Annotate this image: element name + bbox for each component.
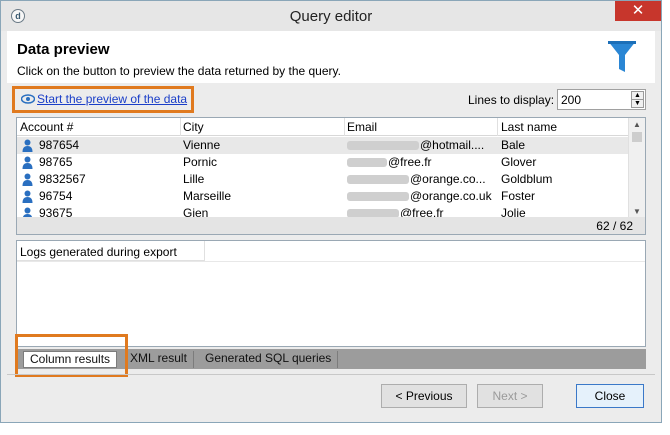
cell-city: Lille <box>183 172 205 186</box>
data-grid: Account # City Email Last name 987654 Vi… <box>16 117 646 235</box>
footer-divider <box>7 374 655 375</box>
window-close-button[interactable]: ✕ <box>615 1 661 21</box>
table-row[interactable]: 9832567 Lille @orange.co... Goldblum <box>17 171 629 188</box>
query-editor-window: d Query editor ✕ Data preview Click on t… <box>0 0 662 423</box>
grid-header: Account # City Email Last name <box>17 118 629 136</box>
cell-city: Pornic <box>183 155 218 169</box>
lines-to-display-value: 200 <box>561 93 582 107</box>
grid-footer: 62 / 62 <box>17 217 645 234</box>
cell-last-name: Goldblum <box>501 172 553 186</box>
previous-button[interactable]: < Previous <box>381 384 467 408</box>
grid-vertical-scrollbar[interactable]: ▲ ▼ <box>628 118 645 218</box>
window-title: Query editor <box>289 8 373 25</box>
scroll-up-arrow-icon[interactable]: ▲ <box>633 120 641 129</box>
cell-last-name: Glover <box>501 155 537 169</box>
close-button[interactable]: Close <box>576 384 644 408</box>
row-count: 62 / 62 <box>596 219 633 233</box>
table-row[interactable]: 987654 Vienne @hotmail.... Bale <box>17 137 629 154</box>
person-icon <box>22 156 33 169</box>
person-icon <box>22 190 33 203</box>
cell-account: 9832567 <box>39 172 86 186</box>
tab-highlight <box>15 334 128 377</box>
cell-last-name: Bale <box>501 138 526 152</box>
cell-account: 987654 <box>39 138 80 152</box>
cell-city: Vienne <box>183 138 221 152</box>
scrollbar-thumb[interactable] <box>632 132 642 142</box>
cell-account: 98765 <box>39 155 73 169</box>
title-bar: d Query editor ✕ <box>1 1 661 31</box>
cell-city: Marseille <box>183 189 232 203</box>
table-row[interactable]: 98765 Pornic @free.fr Glover <box>17 154 629 171</box>
column-header-email[interactable]: Email <box>347 120 377 134</box>
column-header-account[interactable]: Account # <box>20 120 73 134</box>
cell-email: @orange.co... <box>410 172 486 186</box>
header-panel: Data preview Click on the button to prev… <box>7 31 655 83</box>
cell-account: 96754 <box>39 189 73 203</box>
spin-down-button[interactable]: ▼ <box>631 99 644 108</box>
cell-email: @orange.co.uk <box>410 189 492 203</box>
cell-email: @free.fr <box>388 155 432 169</box>
lines-to-display-input[interactable]: 200 ▲ ▼ <box>557 89 646 110</box>
column-header-city[interactable]: City <box>183 120 204 134</box>
cell-email: @hotmail.... <box>420 138 485 152</box>
logs-header: Logs generated during export <box>17 241 205 261</box>
eye-icon <box>21 94 35 104</box>
tab-xml-result[interactable]: XML result <box>124 351 194 368</box>
table-row[interactable]: 96754 Marseille @orange.co.uk Foster <box>17 188 629 205</box>
page-title: Data preview <box>17 41 110 58</box>
lines-to-display-label: Lines to display: <box>468 93 555 107</box>
person-icon <box>22 139 33 152</box>
logs-label: Logs generated during export <box>20 245 177 259</box>
start-preview-link[interactable]: Start the preview of the data <box>37 92 187 106</box>
tab-generated-sql-queries[interactable]: Generated SQL queries <box>199 351 339 368</box>
page-subtitle: Click on the button to preview the data … <box>17 64 341 78</box>
column-header-last-name[interactable]: Last name <box>501 120 557 134</box>
preview-link-highlight: Start the preview of the data <box>12 86 194 113</box>
funnel-icon <box>608 41 636 72</box>
scroll-down-arrow-icon[interactable]: ▼ <box>633 207 641 216</box>
logs-panel: Logs generated during export <box>16 240 646 347</box>
next-button[interactable]: Next > <box>477 384 543 408</box>
cell-last-name: Foster <box>501 189 536 203</box>
person-icon <box>22 173 33 186</box>
